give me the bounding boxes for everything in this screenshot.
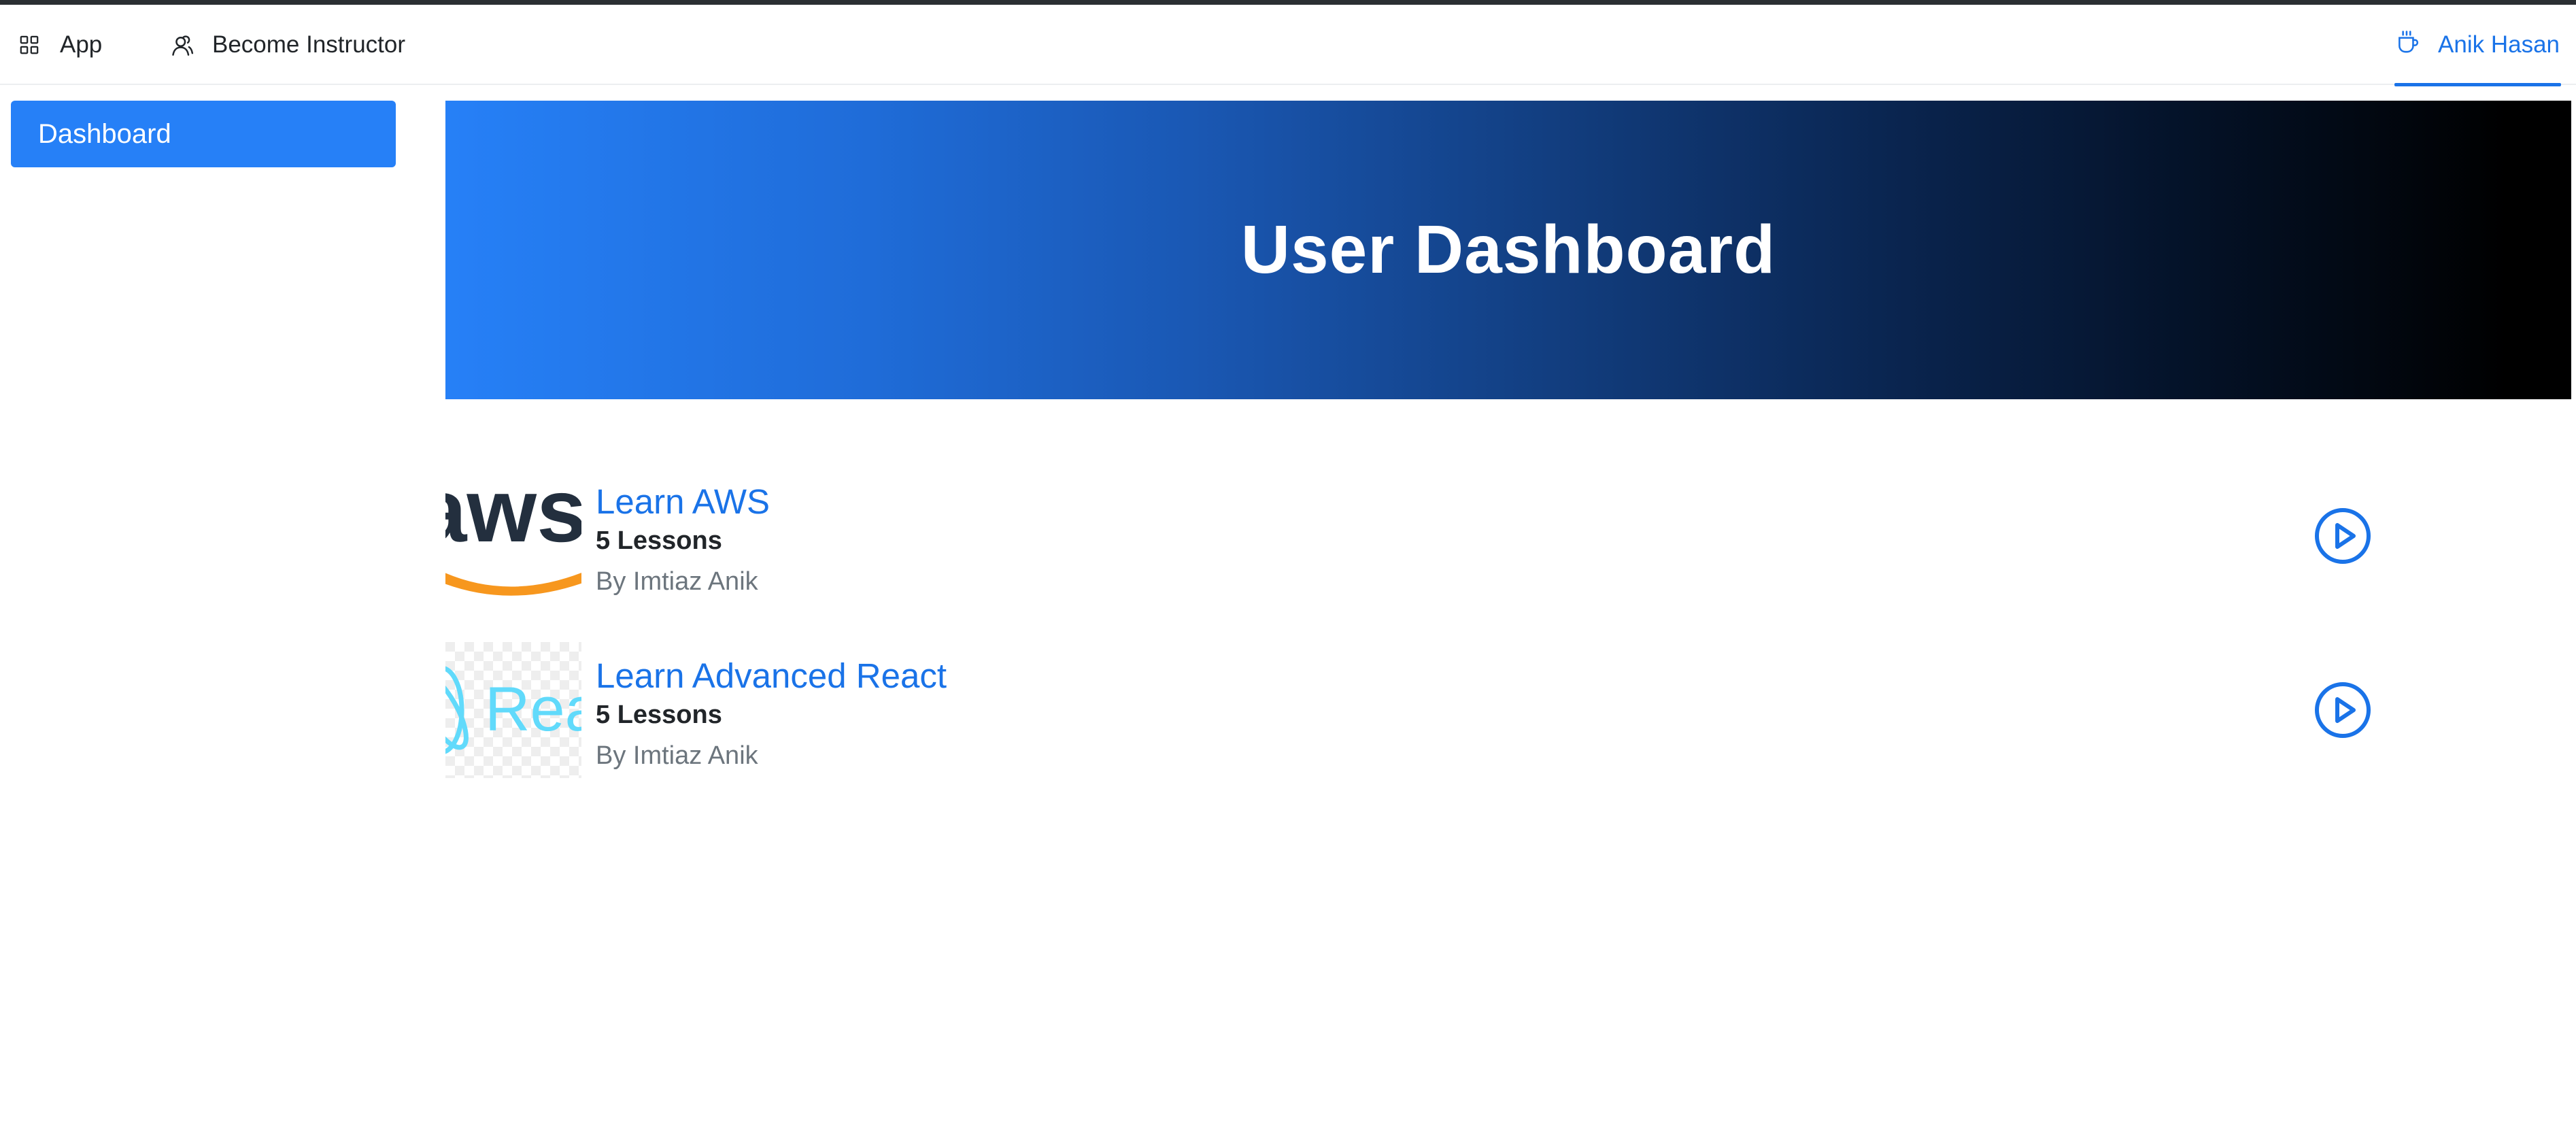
users-icon [170,33,194,57]
top-navbar: App Become Instructor Anik Hasan [0,5,2576,86]
course-title-link[interactable]: Learn AWS [596,484,770,519]
course-lesson-count: 5 Lessons [596,701,722,729]
page-title: User Dashboard [1240,212,1776,288]
sidebar-item-dashboard[interactable]: Dashboard [11,101,396,167]
course-thumbnail-aws[interactable]: aws [445,468,581,604]
course-author: By Imtiaz Anik [596,567,758,596]
coffee-icon [2396,30,2419,61]
grid-icon [19,35,39,55]
nav-app-link[interactable]: App [19,5,102,85]
react-logo-text: Rea [485,675,581,744]
window-top-strip [0,0,2576,5]
course-author: By Imtiaz Anik [596,741,758,770]
sidebar-item-label: Dashboard [38,118,171,149]
nav-app-label: App [60,31,103,58]
play-circle-icon [2314,682,2371,739]
course-list-item: aws Learn AWS 5 Lessons By Imtiaz Anik [445,468,2571,604]
play-course-button[interactable] [2314,682,2371,739]
course-lesson-count: 5 Lessons [596,526,722,555]
nav-become-instructor-link[interactable]: Become Instructor [170,5,405,85]
course-list-item: Rea Learn Advanced React 5 Lessons By Im… [445,642,2571,778]
course-thumbnail-react[interactable]: Rea [445,642,581,778]
play-circle-icon [2314,507,2371,565]
dashboard-banner: User Dashboard [445,101,2571,399]
play-course-button[interactable] [2314,507,2371,565]
nav-become-instructor-label: Become Instructor [212,31,405,58]
course-title-link[interactable]: Learn Advanced React [596,658,947,693]
aws-logo-text: aws [445,468,581,560]
active-tab-underline [2394,83,2561,86]
user-menu[interactable]: Anik Hasan [2394,5,2561,86]
user-name-label: Anik Hasan [2438,31,2560,58]
